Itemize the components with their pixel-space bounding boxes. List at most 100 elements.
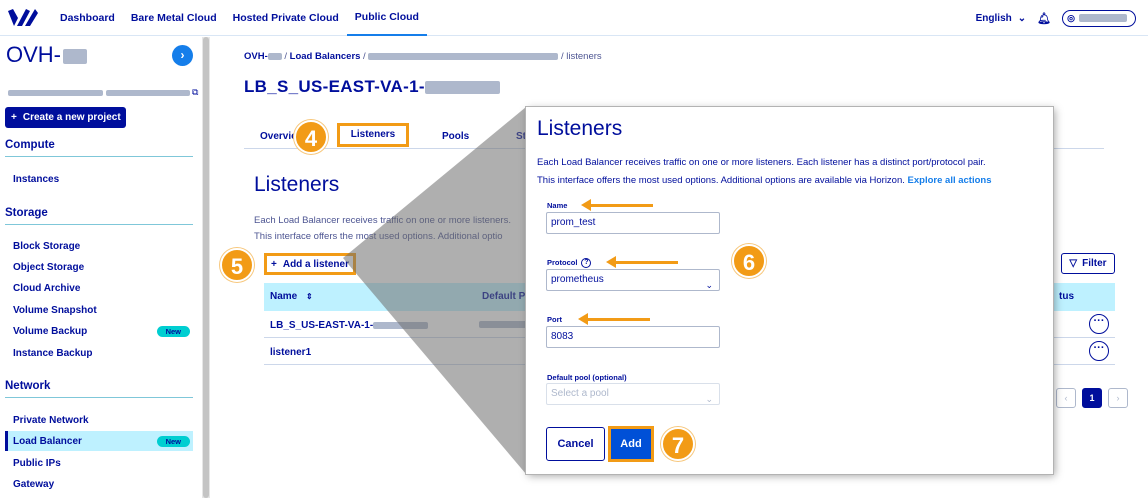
step-marker-5: 5 xyxy=(220,248,254,282)
project-title: OVH- xyxy=(6,42,87,68)
sidebar-item-instance-backup[interactable]: Instance Backup xyxy=(5,343,193,363)
chevron-down-icon: ⌄ xyxy=(1017,12,1027,24)
chevron-down-icon: ⌄ xyxy=(705,280,713,290)
user-name-redacted xyxy=(1079,14,1127,22)
nav-hosted-private-cloud[interactable]: Hosted Private Cloud xyxy=(225,0,347,36)
dialog-description-line-2: This interface offers the most used opti… xyxy=(537,175,905,186)
name-label: Name xyxy=(547,201,568,210)
tab-listeners[interactable]: Listeners xyxy=(337,123,409,147)
add-button[interactable]: Add xyxy=(608,426,654,462)
more-actions-button[interactable]: ··· xyxy=(1089,314,1109,334)
pagination: ‹ 1 › xyxy=(1056,388,1128,408)
user-icon: ◎ xyxy=(1067,12,1075,23)
new-badge: New xyxy=(156,326,190,337)
ovh-logo-icon[interactable] xyxy=(8,9,38,27)
nav-dashboard[interactable]: Dashboard xyxy=(52,0,123,36)
listeners-heading: Listeners xyxy=(254,173,340,196)
sidebar-scrollbar[interactable] xyxy=(202,37,210,498)
plus-icon: + xyxy=(11,112,17,123)
dialog-title: Listeners xyxy=(537,117,623,140)
sidebar-item-private-network[interactable]: Private Network xyxy=(5,410,193,430)
breadcrumb: OVH- / Load Balancers / / listeners xyxy=(244,51,602,62)
project-name-redacted xyxy=(63,48,87,64)
column-header-name[interactable]: Name ⇕ xyxy=(270,291,313,302)
arrow-pointer xyxy=(578,313,650,325)
nav-bare-metal-cloud[interactable]: Bare Metal Cloud xyxy=(123,0,225,36)
bell-icon[interactable]: 🔔︎ xyxy=(1036,12,1052,25)
tab-statistics[interactable]: St xyxy=(516,131,526,142)
add-listener-button[interactable]: + Add a listener xyxy=(264,253,356,275)
pagination-next-button[interactable]: › xyxy=(1108,388,1128,408)
protocol-select[interactable]: prometheus ⌄ xyxy=(546,269,720,291)
sidebar-item-load-balancer[interactable]: Load Balancer New xyxy=(5,431,193,451)
pagination-page-button[interactable]: 1 xyxy=(1082,388,1102,408)
port-field[interactable]: 8083 xyxy=(546,326,720,348)
default-pool-redacted xyxy=(479,321,529,328)
dialog-description-line-1: Each Load Balancer receives traffic on o… xyxy=(537,157,986,168)
tab-pools[interactable]: Pools xyxy=(442,131,469,142)
top-navigation-bar: Dashboard Bare Metal Cloud Hosted Privat… xyxy=(0,0,1148,36)
sidebar-item-block-storage[interactable]: Block Storage xyxy=(5,236,193,256)
new-badge: New xyxy=(156,436,190,447)
add-listener-label: Add a listener xyxy=(282,258,349,270)
port-label: Port xyxy=(547,315,562,324)
listener-name-link[interactable]: listener1 xyxy=(270,347,311,358)
create-project-button[interactable]: + Create a new project xyxy=(5,107,126,128)
default-pool-select[interactable]: Select a pool ⌄ xyxy=(546,383,720,405)
section-network: Network xyxy=(5,380,193,398)
scrollbar-thumb[interactable] xyxy=(203,37,209,498)
section-storage: Storage xyxy=(5,207,193,225)
arrow-pointer xyxy=(581,199,653,211)
filter-button[interactable]: ▽ Filter xyxy=(1061,253,1115,274)
copy-icon[interactable]: ⧉ xyxy=(192,87,198,97)
sidebar: OVH- › ⧉ + Create a new project Compute … xyxy=(0,37,200,498)
sidebar-item-volume-backup[interactable]: Volume Backup New xyxy=(5,321,193,341)
filter-icon: ▽ xyxy=(1069,258,1078,269)
protocol-label: Protocol? xyxy=(547,258,592,269)
explore-all-actions-link[interactable]: Explore all actions xyxy=(908,175,992,186)
dialog-description: Each Load Balancer receives traffic on o… xyxy=(537,154,1047,190)
breadcrumb-project[interactable]: OVH- xyxy=(244,51,282,62)
column-header-default-pool[interactable]: Default P xyxy=(482,291,525,302)
project-switch-button[interactable]: › xyxy=(172,45,193,66)
column-header-status[interactable]: tus xyxy=(1059,291,1074,302)
more-actions-button[interactable]: ··· xyxy=(1089,341,1109,361)
pagination-prev-button[interactable]: ‹ xyxy=(1056,388,1076,408)
name-field[interactable]: prom_test xyxy=(546,212,720,234)
step-marker-6: 6 xyxy=(732,244,766,278)
project-id-redacted-2 xyxy=(105,89,190,96)
page-title: LB_S_US-EAST-VA-1- xyxy=(244,77,500,97)
sidebar-item-gateway[interactable]: Gateway xyxy=(5,474,193,494)
sidebar-item-cloud-archive[interactable]: Cloud Archive xyxy=(5,278,193,298)
nav-public-cloud[interactable]: Public Cloud xyxy=(346,0,427,36)
default-pool-label: Default pool (optional) xyxy=(547,373,627,382)
step-marker-4: 4 xyxy=(294,120,328,154)
sidebar-item-object-storage[interactable]: Object Storage xyxy=(5,257,193,277)
create-project-label: Create a new project xyxy=(22,112,121,123)
help-icon[interactable]: ? xyxy=(581,258,592,269)
user-menu[interactable]: ◎ xyxy=(1062,9,1136,27)
cancel-button[interactable]: Cancel xyxy=(546,427,605,461)
top-right-controls: English ⌄ 🔔︎ ◎ xyxy=(976,0,1136,36)
project-id-redacted xyxy=(8,89,103,96)
main-nav: Dashboard Bare Metal Cloud Hosted Privat… xyxy=(52,0,427,36)
breadcrumb-current: listeners xyxy=(566,51,602,62)
sidebar-item-instances[interactable]: Instances xyxy=(5,169,193,189)
section-compute: Compute xyxy=(5,139,193,157)
language-label: English xyxy=(975,12,1012,24)
sort-icon: ⇕ xyxy=(306,292,313,301)
breadcrumb-load-balancers[interactable]: Load Balancers xyxy=(290,51,361,62)
arrow-pointer xyxy=(606,256,678,268)
language-selector[interactable]: English ⌄ xyxy=(976,13,1027,24)
step-marker-7: 7 xyxy=(661,427,695,461)
listener-name-link[interactable]: LB_S_US-EAST-VA-1- xyxy=(270,320,429,331)
sidebar-item-label: Load Balancer xyxy=(13,435,82,447)
sidebar-item-label: Volume Backup xyxy=(13,325,88,337)
sidebar-item-public-ips[interactable]: Public IPs xyxy=(5,453,193,473)
sidebar-item-volume-snapshot[interactable]: Volume Snapshot xyxy=(5,300,193,320)
plus-icon: + xyxy=(271,258,277,270)
project-id: ⧉ xyxy=(8,87,198,98)
filter-label: Filter xyxy=(1082,258,1107,269)
breadcrumb-redacted xyxy=(368,52,559,60)
add-listener-dialog: Listeners Each Load Balancer receives tr… xyxy=(526,107,1053,474)
